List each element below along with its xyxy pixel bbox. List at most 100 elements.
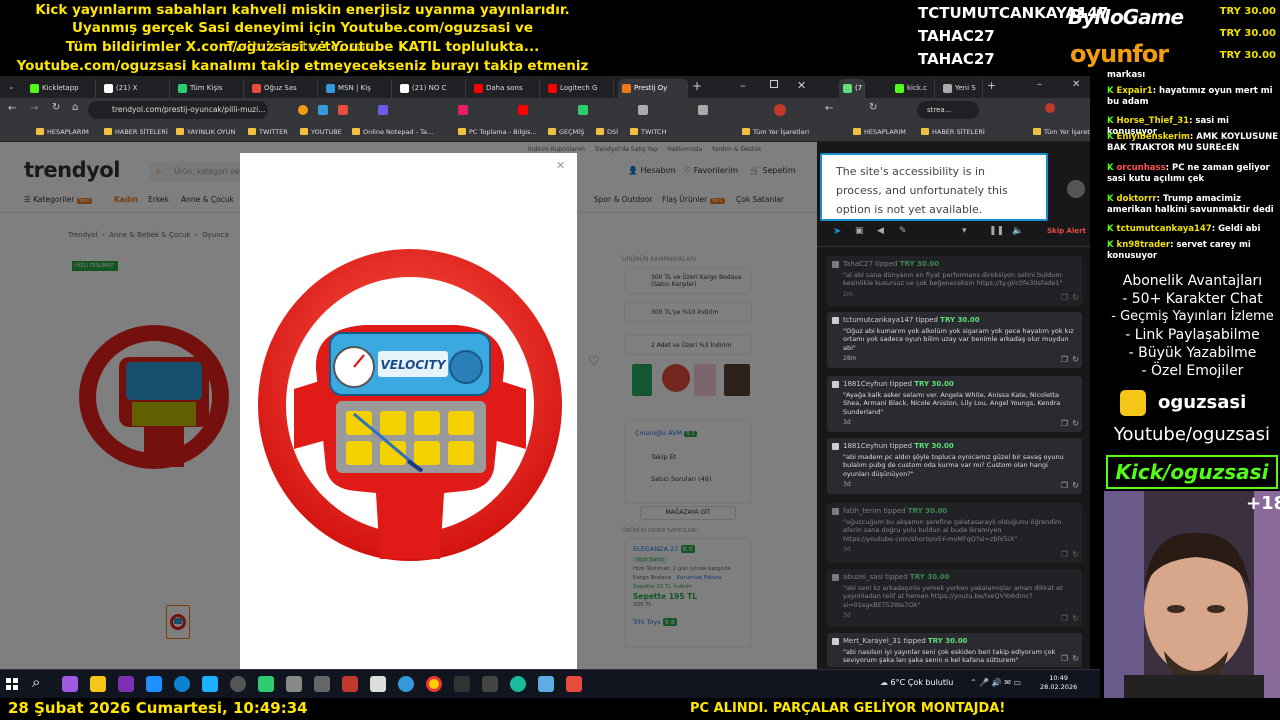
chat-url-input[interactable]: strea... — [917, 101, 979, 119]
close-modal-icon[interactable]: ✕ — [556, 159, 565, 172]
tab-youtube[interactable]: Daha sons — [470, 79, 540, 98]
app-icon[interactable] — [202, 676, 218, 692]
file-explorer-icon[interactable] — [90, 676, 106, 692]
bookmark-item[interactable]: TWITTER — [248, 122, 288, 142]
bookmark-item[interactable]: Tüm Yer İşaretleri — [1033, 122, 1090, 142]
replay-icon[interactable]: ↻ — [1072, 355, 1079, 365]
tab-kickletapp[interactable]: Kickletapp — [26, 79, 96, 98]
megaphone-icon[interactable]: ◀ — [877, 226, 884, 236]
chat-tab-2[interactable]: kick.c — [891, 79, 935, 98]
tab-x-1[interactable]: (21) X — [100, 79, 170, 98]
reload-icon[interactable]: ↻ — [52, 102, 60, 113]
bookmark-item[interactable]: DSİ — [596, 122, 618, 142]
copy-icon[interactable]: ❐ — [1061, 293, 1068, 303]
app-icon[interactable] — [258, 676, 274, 692]
extension-icon[interactable] — [578, 105, 588, 115]
tab-msn[interactable]: MSN | Kiş — [322, 79, 392, 98]
new-tab-button[interactable]: + — [692, 79, 702, 93]
onenote-icon[interactable] — [118, 676, 134, 692]
bookmark-item[interactable]: TWITCH — [630, 122, 666, 142]
app-icon[interactable] — [146, 676, 162, 692]
extension-icon[interactable] — [338, 105, 348, 115]
volume-icon[interactable]: 🔈 — [1012, 226, 1023, 236]
pause-icon[interactable]: ❚❚ — [989, 226, 1004, 236]
replay-icon[interactable]: ↻ — [1072, 293, 1079, 303]
replay-icon[interactable]: ↻ — [1072, 550, 1079, 560]
tab-prestij[interactable]: Prestij Oy — [618, 79, 688, 98]
close-window-button[interactable]: ✕ — [797, 79, 806, 92]
back-icon[interactable]: ← — [825, 103, 833, 114]
minimize-button[interactable]: – — [1037, 79, 1042, 90]
weather-widget[interactable]: ☁ 6°C Çok bulutlu — [880, 678, 953, 687]
chrome-icon[interactable] — [426, 676, 442, 692]
copy-icon[interactable]: ❐ — [1061, 550, 1068, 560]
chat-tab-3[interactable]: Yeni S — [939, 79, 983, 98]
extension-icon[interactable] — [518, 105, 528, 115]
home-icon[interactable]: ⌂ — [72, 102, 78, 113]
bookmark-item[interactable]: YAYINLIK OYUN — [176, 122, 235, 142]
profile-avatar[interactable] — [1045, 103, 1055, 113]
extension-icon[interactable] — [378, 105, 388, 115]
app-icon[interactable] — [398, 676, 414, 692]
reload-icon[interactable]: ↻ — [869, 102, 877, 113]
extension-icon[interactable] — [318, 105, 328, 115]
bookmark-item[interactable]: HESAPLARIM — [36, 122, 89, 142]
bookmark-item[interactable]: YOUTUBE — [300, 122, 342, 142]
app-icon[interactable] — [230, 676, 246, 692]
bookmark-item[interactable]: HABER SİTELERİ — [104, 122, 168, 142]
maximize-button[interactable] — [770, 80, 778, 88]
app-icon[interactable] — [454, 676, 470, 692]
bookmark-item[interactable]: HABER SİTELERİ — [921, 122, 985, 142]
start-button[interactable] — [6, 678, 18, 690]
app-icon[interactable] — [62, 676, 78, 692]
url-input[interactable]: trendyol.com/prestij-oyuncak/pilli-muzi.… — [88, 101, 268, 119]
chat-tab-1[interactable]: (7 — [839, 79, 865, 98]
pen-icon[interactable]: ✎ — [899, 226, 907, 236]
bookmark-item[interactable]: PC Toplama - Bilgis... — [458, 122, 537, 142]
app-icon[interactable] — [566, 676, 582, 692]
user-avatar[interactable] — [1067, 180, 1085, 198]
app-icon[interactable] — [510, 676, 526, 692]
gift-icon[interactable]: ▣ — [855, 226, 864, 236]
camera-icon[interactable] — [286, 676, 302, 692]
replay-icon[interactable]: ↻ — [1072, 419, 1079, 429]
extension-icon[interactable] — [298, 105, 308, 115]
copy-icon[interactable]: ❐ — [1061, 419, 1068, 429]
bookmark-item[interactable]: GEÇMİŞ — [548, 122, 584, 142]
forward-icon[interactable]: → — [30, 103, 38, 114]
app-icon[interactable] — [482, 676, 498, 692]
extension-icon[interactable] — [698, 105, 708, 115]
skip-alert-button[interactable]: Skip Alert — [1047, 227, 1086, 235]
copy-icon[interactable]: ❐ — [1061, 481, 1068, 491]
app-icon[interactable] — [342, 676, 358, 692]
replay-icon[interactable]: ↻ — [1072, 654, 1079, 664]
replay-icon[interactable]: ↻ — [1072, 481, 1079, 491]
bookmark-item[interactable]: Online Notepad - Ta... — [352, 122, 433, 142]
tab-contacts[interactable]: Tüm Kişis — [174, 79, 244, 98]
app-icon[interactable] — [370, 676, 386, 692]
filter-icon[interactable]: ▾ — [962, 226, 967, 236]
minimize-button[interactable]: – — [740, 79, 746, 92]
bookmark-item[interactable]: HESAPLARIM — [853, 122, 906, 142]
extension-icon[interactable] — [638, 105, 648, 115]
profile-avatar[interactable] — [774, 104, 786, 116]
edge-icon[interactable] — [174, 676, 190, 692]
new-tab-button[interactable]: + — [987, 79, 996, 92]
copy-icon[interactable]: ❐ — [1061, 614, 1068, 624]
search-icon[interactable]: ⌕ — [32, 673, 40, 691]
close-window-button[interactable]: ✕ — [1072, 79, 1080, 90]
copy-icon[interactable]: ❐ — [1061, 355, 1068, 365]
send-icon[interactable]: ➤ — [833, 226, 841, 237]
tab-search-icon[interactable]: ⌄ — [8, 82, 16, 91]
clock[interactable]: 10:49 28.02.2026 — [1040, 674, 1077, 692]
tab-x-2[interactable]: (21) NO C — [396, 79, 466, 98]
app-icon[interactable] — [538, 676, 554, 692]
tray-icons[interactable]: ⌃ 🎤 🔊 ✉ ▭ — [970, 678, 1021, 687]
tab-logitech[interactable]: Logitech G — [544, 79, 614, 98]
tab-oguz[interactable]: Oğuz Sas — [248, 79, 318, 98]
copy-icon[interactable]: ❐ — [1061, 654, 1068, 664]
back-icon[interactable]: ← — [8, 103, 16, 114]
extension-icon[interactable] — [458, 105, 468, 115]
app-icon[interactable] — [314, 676, 330, 692]
replay-icon[interactable]: ↻ — [1072, 614, 1079, 624]
